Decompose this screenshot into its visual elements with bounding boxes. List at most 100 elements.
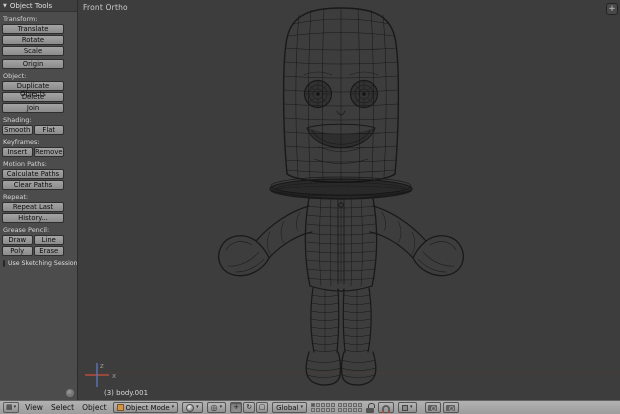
section-label-repeat: Repeat: (3, 193, 77, 201)
gp-draw-button[interactable]: Draw (2, 235, 33, 245)
join-button[interactable]: Join (2, 103, 64, 113)
delete-button[interactable]: Delete (2, 92, 64, 102)
section-label-grease-pencil: Grease Pencil: (3, 226, 77, 234)
layer-cell[interactable] (326, 403, 330, 407)
layer-cell[interactable] (348, 403, 352, 407)
flat-button[interactable]: Flat (34, 125, 65, 135)
layer-cell[interactable] (358, 408, 362, 412)
orientation-label: Global (276, 404, 298, 412)
expand-properties-button[interactable]: + (606, 3, 618, 15)
caret-down-icon: ▾ (196, 405, 199, 410)
panel-collapse-icon: ▼ (3, 3, 7, 9)
caret-down-icon: ▾ (172, 405, 175, 410)
history-button[interactable]: History... (2, 213, 64, 223)
layer-cell[interactable] (311, 403, 315, 407)
rotate-button[interactable]: Rotate (2, 35, 64, 45)
remove-keyframe-button[interactable]: Remove (34, 147, 65, 157)
snap-element-selector[interactable]: ▾ (398, 402, 417, 413)
gp-erase-button[interactable]: Erase (34, 246, 65, 256)
layer-cell[interactable] (321, 408, 325, 412)
layer-group-1[interactable] (311, 403, 335, 412)
axis-z-label: z (100, 362, 104, 370)
editor-type-button[interactable]: ▦ ▾ (3, 402, 19, 413)
layer-cell[interactable] (353, 408, 357, 412)
clear-paths-button[interactable]: Clear Paths (2, 180, 64, 190)
caret-down-icon: ▾ (14, 405, 17, 410)
use-sketching-session-checkbox[interactable]: Use Sketching Session (3, 260, 77, 267)
translate-button[interactable]: Translate (2, 24, 64, 34)
menu-select[interactable]: Select (49, 403, 76, 412)
layer-cell[interactable] (343, 408, 347, 412)
layer-cell[interactable] (358, 403, 362, 407)
layer-cell[interactable] (343, 403, 347, 407)
transform-orientation-selector[interactable]: Global ▾ (272, 402, 307, 413)
duplicate-objects-button[interactable]: Duplicate Objects (2, 81, 64, 91)
manipulator-scale-toggle[interactable]: ▢ (256, 402, 268, 413)
active-object-label: (3) body.001 (104, 389, 148, 397)
scale-button[interactable]: Scale (2, 46, 64, 56)
view-orientation-label: Front Ortho (83, 3, 128, 12)
pivot-point-selector[interactable]: ◎ ▾ (207, 402, 227, 413)
section-label-motion-paths: Motion Paths: (3, 160, 77, 168)
caret-down-icon: ▾ (301, 405, 304, 410)
mode-selector[interactable]: Object Mode ▾ (113, 402, 179, 413)
checkbox-label: Use Sketching Session (8, 260, 78, 267)
layer-cell[interactable] (316, 408, 320, 412)
gp-line-button[interactable]: Line (34, 235, 65, 245)
magnet-icon (382, 405, 390, 412)
axis-x-label: x (112, 372, 116, 380)
layer-cell[interactable] (331, 403, 335, 407)
layer-cell[interactable] (326, 408, 330, 412)
layer-grid[interactable] (311, 403, 362, 412)
mode-selector-label: Object Mode (126, 404, 170, 412)
layer-cell[interactable] (311, 408, 315, 412)
insert-keyframe-button[interactable]: Insert (2, 147, 33, 157)
camera-icon (428, 405, 437, 411)
section-label-shading: Shading: (3, 116, 77, 124)
blender-window: Front Ortho + x z (3) body.001 ▼ Object … (0, 0, 620, 414)
smooth-button[interactable]: Smooth (2, 125, 33, 135)
menu-view[interactable]: View (23, 403, 45, 412)
manipulator-translate-toggle[interactable]: + (230, 402, 242, 413)
lock-to-scene-toggle[interactable] (366, 403, 374, 413)
origin-button[interactable]: Origin (2, 59, 64, 69)
section-label-keyframes: Keyframes: (3, 138, 77, 146)
checkbox-icon (3, 260, 5, 267)
layer-cell[interactable] (321, 403, 325, 407)
menu-object[interactable]: Object (80, 403, 108, 412)
gp-poly-button[interactable]: Poly (2, 246, 33, 256)
pivot-icon: ◎ (211, 404, 218, 412)
viewport-header-bar: ▦ ▾ View Select Object Object Mode ▾ ▾ ◎… (0, 400, 620, 414)
layer-cell[interactable] (353, 403, 357, 407)
region-resize-handle[interactable] (66, 389, 74, 397)
viewport-shading-selector[interactable]: ▾ (182, 402, 203, 413)
mini-axis-gizmo: x z (82, 360, 120, 388)
snap-toggle[interactable] (378, 402, 394, 413)
camera-animation-icon (446, 405, 455, 411)
calculate-paths-button[interactable]: Calculate Paths (2, 169, 64, 179)
section-label-transform: Transform: (3, 15, 77, 23)
layer-cell[interactable] (338, 403, 342, 407)
viewport-3d[interactable]: Front Ortho + x z (3) body.001 (78, 0, 620, 400)
editor-type-icon: ▦ (6, 404, 13, 411)
object-tools-panel-header[interactable]: ▼ Object Tools (0, 0, 77, 12)
tool-shelf: ▼ Object Tools Transform: Translate Rota… (0, 0, 78, 400)
render-still-button[interactable] (425, 402, 441, 413)
render-animation-button[interactable] (443, 402, 459, 413)
shading-sphere-icon (186, 404, 194, 412)
repeat-last-button[interactable]: Repeat Last (2, 202, 64, 212)
layer-cell[interactable] (338, 408, 342, 412)
manipulator-toggles: + ↻ ▢ (230, 402, 268, 413)
caret-down-icon: ▾ (410, 405, 413, 410)
layer-cell[interactable] (331, 408, 335, 412)
layer-group-2[interactable] (338, 403, 362, 412)
object-mode-icon (117, 404, 124, 411)
wireframe-character[interactable] (78, 0, 620, 400)
section-label-object: Object: (3, 72, 77, 80)
manipulator-rotate-toggle[interactable]: ↻ (243, 402, 255, 413)
layer-cell[interactable] (316, 403, 320, 407)
render-buttons (425, 402, 459, 413)
panel-title: Object Tools (10, 2, 52, 10)
layer-cell[interactable] (348, 408, 352, 412)
caret-down-icon: ▾ (220, 405, 223, 410)
